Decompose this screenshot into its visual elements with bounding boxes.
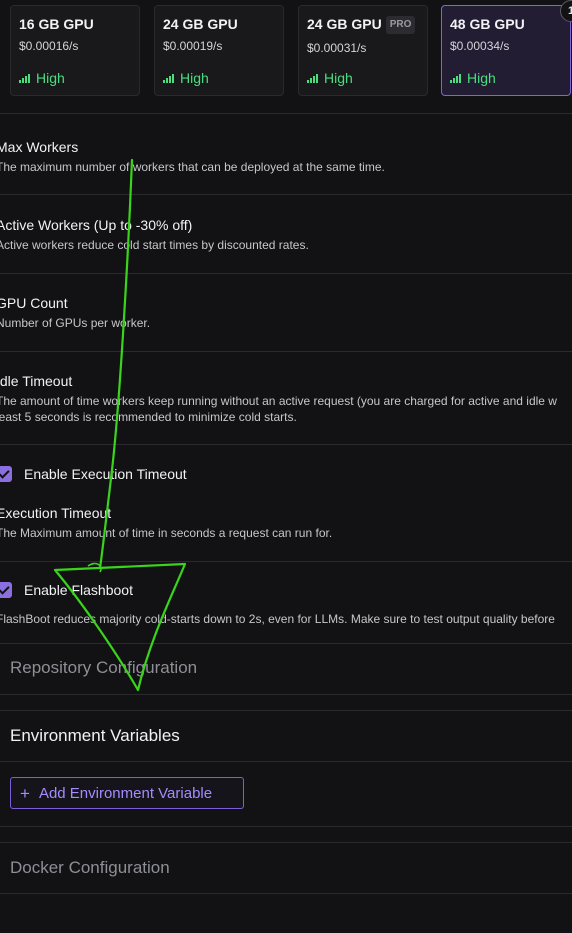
pro-badge: PRO	[385, 16, 416, 34]
flashboot-toggle-label[interactable]: Enable Flashboot	[24, 582, 133, 598]
divider	[0, 842, 572, 843]
gpu-price: $0.00016/s	[19, 39, 79, 53]
gpu-name: 24 GB GPU	[163, 16, 238, 32]
idle-timeout-description-line1: The amount of time workers keep running …	[0, 394, 557, 408]
repository-configuration-header[interactable]: Repository Configuration	[10, 658, 197, 678]
gpu-price: $0.00034/s	[450, 39, 510, 53]
gpu-card-24gb[interactable]: 24 GB GPU $0.00019/s High	[154, 5, 284, 96]
add-environment-variable-button[interactable]: + Add Environment Variable	[10, 777, 244, 809]
active-workers-title: Active Workers (Up to -30% off)	[0, 217, 193, 233]
gpu-availability: High	[450, 70, 496, 86]
divider	[0, 273, 572, 274]
signal-bars-icon	[163, 74, 174, 83]
gpu-name-text: 24 GB GPU	[307, 16, 382, 32]
gpu-count-description: Number of GPUs per worker.	[0, 316, 151, 330]
gpu-count-title: GPU Count	[0, 295, 68, 311]
gpu-card-16gb[interactable]: 16 GB GPU $0.00016/s High	[10, 5, 140, 96]
annotation-arrow-join	[87, 562, 102, 573]
divider	[0, 113, 572, 114]
gpu-card-48gb[interactable]: 48 GB GPU $0.00034/s High 1	[441, 0, 572, 96]
gpu-price: $0.00031/s	[307, 41, 367, 55]
gpu-name: 48 GB GPU	[450, 16, 525, 32]
divider	[0, 893, 572, 894]
max-workers-description: The maximum number of workers that can b…	[0, 160, 385, 174]
availability-label: High	[180, 70, 209, 86]
gpu-options: 16 GB GPU $0.00016/s High 24 GB GPU $0.0…	[10, 0, 572, 98]
gpu-name: 16 GB GPU	[19, 16, 94, 32]
execution-timeout-description: The Maximum amount of time in seconds a …	[0, 526, 333, 540]
divider	[0, 351, 572, 352]
active-workers-description: Active workers reduce cold start times b…	[0, 238, 309, 252]
divider	[0, 694, 572, 695]
divider	[0, 561, 572, 562]
divider	[0, 444, 572, 445]
environment-variables-header[interactable]: Environment Variables	[10, 726, 180, 746]
availability-label: High	[467, 70, 496, 86]
max-workers-title: Max Workers	[0, 139, 79, 155]
gpu-availability: High	[163, 70, 209, 86]
availability-label: High	[36, 70, 65, 86]
flashboot-checkbox[interactable]	[0, 582, 12, 598]
signal-bars-icon	[307, 74, 318, 83]
plus-icon: +	[20, 783, 30, 803]
availability-label: High	[324, 70, 353, 86]
divider	[0, 826, 572, 827]
divider	[0, 761, 572, 762]
execution-timeout-checkbox[interactable]	[0, 466, 12, 482]
gpu-availability: High	[19, 70, 65, 86]
divider	[0, 643, 572, 644]
signal-bars-icon	[450, 74, 461, 83]
gpu-availability: High	[307, 70, 353, 86]
idle-timeout-title: Idle Timeout	[0, 373, 73, 389]
idle-timeout-description-line2: least 5 seconds is recommended to minimi…	[0, 410, 297, 424]
divider	[0, 194, 572, 195]
execution-timeout-title: Execution Timeout	[0, 505, 112, 521]
execution-timeout-toggle-label[interactable]: Enable Execution Timeout	[24, 466, 187, 482]
gpu-name: 24 GB GPU PRO	[307, 16, 419, 34]
signal-bars-icon	[19, 74, 30, 83]
add-environment-variable-label: Add Environment Variable	[38, 784, 213, 802]
flashboot-description: FlashBoot reduces majority cold-starts d…	[0, 612, 555, 626]
docker-configuration-header[interactable]: Docker Configuration	[10, 858, 170, 878]
gpu-price: $0.00019/s	[163, 39, 223, 53]
divider	[0, 710, 572, 711]
gpu-card-24gb-pro[interactable]: 24 GB GPU PRO $0.00031/s High	[298, 5, 428, 96]
